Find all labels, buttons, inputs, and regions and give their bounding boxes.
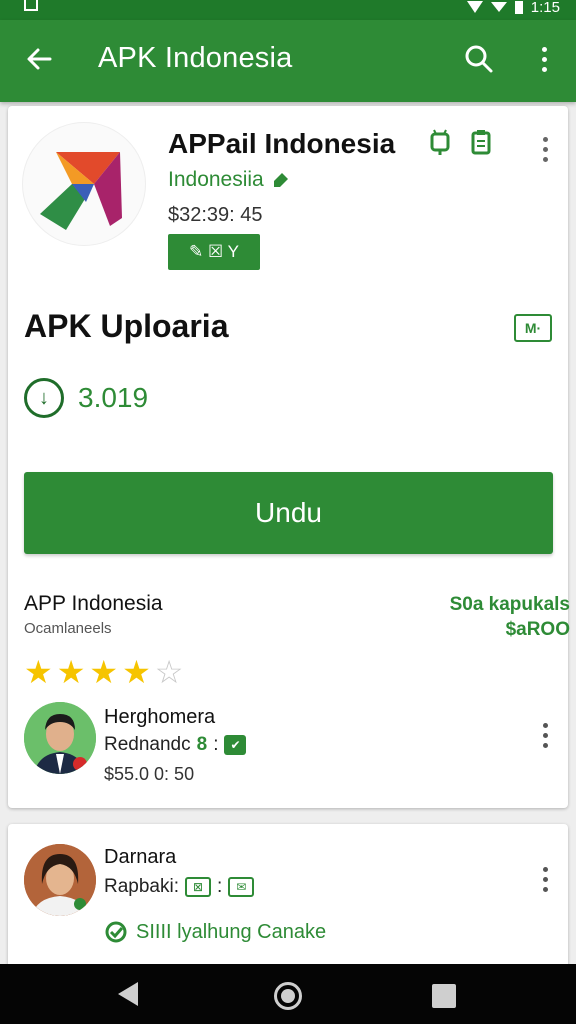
developer-name[interactable]: Indonesiia — [168, 168, 264, 192]
nav-home-icon[interactable] — [274, 982, 302, 1010]
reviewer-name: Darnara — [104, 846, 177, 868]
star-empty-icon[interactable]: ☆ — [155, 654, 184, 690]
app-name: APPail Indonesia — [168, 128, 396, 159]
reviewer-link[interactable]: SIIII lyalhung Canake — [104, 920, 326, 944]
card-more-icon[interactable] — [536, 132, 554, 166]
tag-icon — [273, 173, 288, 187]
check-circle-icon — [105, 921, 127, 943]
star-filled-icon[interactable]: ★ — [57, 654, 86, 690]
review-right-line1: S0a kapukals — [449, 594, 570, 615]
header-icons — [428, 128, 492, 156]
badge-text: ✎ ☒ Y — [189, 242, 239, 261]
developer-row[interactable]: Indonesiia — [168, 168, 290, 192]
signal-icon — [490, 2, 507, 12]
mail-icon: ✉ — [228, 877, 255, 897]
battery-icon — [514, 0, 523, 14]
reviewer-link-text[interactable]: SIIII lyalhung Canake — [136, 921, 326, 944]
section-badge-icon[interactable]: M· — [514, 314, 552, 342]
app-badge: ✎ ☒ Y — [168, 234, 260, 270]
download-size-row: ↓ 3.019 — [24, 378, 148, 418]
rating-stars[interactable]: ★ ★ ★ ★ ☆ — [24, 654, 183, 690]
reviewer-name: Herghomera — [104, 706, 216, 728]
more-vert-icon[interactable] — [532, 42, 556, 76]
app-bar: APK Indonesia — [0, 20, 576, 102]
wifi-icon — [466, 1, 483, 13]
app-bar-title: APK Indonesia — [98, 42, 293, 74]
star-filled-icon[interactable]: ★ — [24, 654, 53, 690]
reviewer-meta-text: Rednandc — [104, 734, 191, 755]
review-app-name: APP Indonesia — [24, 592, 163, 615]
avatar[interactable] — [24, 844, 96, 916]
reviewer-meta: Rednandc 8 : ✔ — [104, 734, 247, 756]
app-logo — [22, 122, 146, 246]
star-filled-icon[interactable]: ★ — [122, 654, 151, 690]
navigation-bar — [0, 964, 576, 1024]
search-icon[interactable] — [462, 42, 496, 76]
review-more-icon[interactable] — [536, 862, 554, 896]
status-icons: 1:15 — [466, 0, 560, 16]
separator: : — [213, 734, 219, 755]
section-icon-text: M· — [524, 320, 542, 336]
review-right-line2: $aROO — [505, 619, 570, 640]
tag-icon: 8 — [196, 734, 208, 755]
reviewer-price: $55.0 0: 50 — [104, 764, 195, 784]
status-time: 1:15 — [530, 0, 560, 16]
clipboard-icon[interactable] — [470, 128, 492, 156]
badge-icon: ⊠ — [185, 877, 211, 897]
review-subtitle: Ocamlaneels — [24, 620, 112, 637]
review-more-icon[interactable] — [536, 718, 554, 752]
app-detail-card: APPail Indonesia Indonesiia $32:39: 45 ✎… — [8, 106, 570, 808]
download-icon: ↓ — [24, 378, 64, 418]
status-bar: 1:15 — [0, 0, 576, 20]
reviewer-meta: Rapbaki: ⊠ : ✉ — [104, 876, 255, 898]
star-filled-icon[interactable]: ★ — [89, 654, 118, 690]
nav-back-icon[interactable] — [118, 982, 138, 1006]
notification-icon — [24, 0, 38, 11]
avatar[interactable] — [24, 702, 96, 774]
reviewer-meta-text: Rapbaki: — [104, 876, 179, 897]
android-icon[interactable] — [428, 128, 452, 156]
download-button[interactable]: Undu — [24, 472, 553, 554]
download-size: 3.019 — [78, 382, 149, 413]
app-price: $32:39: 45 — [168, 204, 263, 226]
nav-recents-icon[interactable] — [432, 984, 456, 1008]
arrow-back-icon[interactable] — [22, 42, 56, 76]
check-icon: ✔ — [224, 735, 247, 755]
section-title: APK Uploaria — [24, 308, 229, 344]
review-summary-right[interactable]: S0a kapukals $aROO — [450, 592, 570, 642]
separator: : — [217, 876, 223, 897]
review-card: Darnara Rapbaki: ⊠ : ✉ SIIII lyalhung Ca… — [8, 824, 568, 974]
